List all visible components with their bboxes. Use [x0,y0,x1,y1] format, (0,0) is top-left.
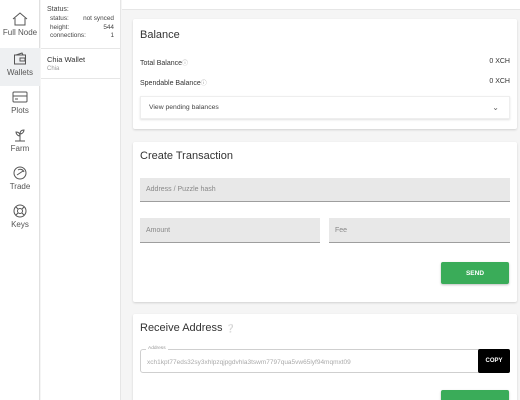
address-input[interactable]: Address / Puzzle hash [140,178,510,202]
spendable-balance-row: Spendable Balanceⓘ 0 XCH [140,78,510,87]
nav-label: Keys [11,220,29,229]
trade-icon [13,166,27,180]
main-nav: Full Node Wallets Plots Farm Trade Keys [0,0,40,400]
nav-label: Full Node [2,28,38,37]
receive-title-text: Receive Address [140,322,223,334]
wallet-icon [14,52,26,65]
create-transaction-card: Create Transaction Address / Puzzle hash… [133,142,517,302]
nav-label: Wallets [7,68,33,77]
copy-button[interactable]: COPY [478,349,510,373]
fee-placeholder: Fee [335,226,348,234]
wallet-item-chia[interactable]: Chia Wallet Chia [41,49,120,79]
info-icon[interactable]: ⓘ [201,81,207,87]
status-row: connections: 1 [47,32,114,41]
wallet-name: Chia Wallet [47,54,86,64]
balance-title: Balance [140,29,180,41]
new-address-button[interactable] [441,390,509,400]
pending-balances-label: View pending balances [149,104,219,111]
wallet-list: Status: status: not synced height: 544 con… [41,0,121,400]
pending-balances-expander[interactable]: View pending balances ⌄ [140,96,510,119]
wallet-type: Chia [47,65,60,72]
nav-wallets[interactable]: Wallets [0,48,40,86]
chevron-down-icon: ⌄ [492,103,499,112]
status-title: Status: [47,6,69,13]
send-button[interactable]: SEND [441,262,509,284]
receive-address-card: Receive Address ❔ Address xch1kpt77eds32… [133,314,517,400]
nav-plots[interactable]: Plots [0,90,40,126]
storage-icon [12,91,28,103]
nav-farm[interactable]: Farm [0,128,40,164]
total-balance-label: Total Balance [140,60,183,67]
balance-card: Balance Total Balanceⓘ 0 XCH Spendable B… [133,19,517,129]
amount-placeholder: Amount [146,226,171,234]
spendable-balance-value: 0 XCH [489,78,510,85]
info-icon[interactable]: ⓘ [182,61,188,67]
plant-icon [15,129,25,142]
total-balance-value: 0 XCH [489,58,510,65]
status-label: status: [50,15,69,22]
address-placeholder: Address / Puzzle hash [146,186,216,193]
status-label: height: [50,23,70,31]
top-bar [122,0,520,10]
nav-trade[interactable]: Trade [0,166,40,202]
status-row: height: 544 [47,24,114,33]
status-row: status: not synced [47,15,114,24]
status-value: 1 [110,32,114,40]
nav-full-node[interactable]: Full Node [0,12,40,48]
nav-label: Trade [9,182,31,191]
address-legend: Address [146,346,168,351]
fee-input[interactable]: Fee [329,218,510,243]
amount-input[interactable]: Amount [140,218,320,243]
status-value: 544 [103,23,114,31]
home-icon [12,12,28,26]
spendable-balance-label: Spendable Balance [140,80,201,87]
help-icon[interactable]: ❔ [226,324,236,333]
sync-status: Status: status: not synced height: 544 con… [41,0,120,49]
nav-keys[interactable]: Keys [0,204,40,240]
nav-label: Farm [10,144,30,153]
total-balance-row: Total Balanceⓘ 0 XCH [140,58,510,67]
lifebuoy-icon [13,204,27,218]
status-label: connections: [50,32,86,40]
create-transaction-title: Create Transaction [140,150,233,162]
receive-address-field[interactable]: Address xch1kpt77eds32sy3xhlpzqjpgdvhla3… [140,346,510,373]
nav-label: Plots [11,106,29,115]
receive-address-value: xch1kpt77eds32sy3xhlpzqjpgdvhla3tswm7797… [147,359,351,366]
status-value: not synced [83,15,114,22]
receive-address-title: Receive Address ❔ [140,322,236,334]
